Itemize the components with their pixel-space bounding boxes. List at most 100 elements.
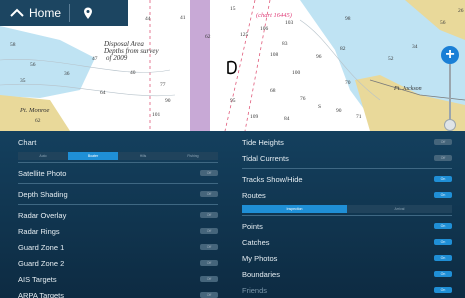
tide-heights-toggle[interactable]: Off bbox=[434, 139, 452, 145]
setting-row[interactable]: Guard Zone 2 Off bbox=[18, 255, 218, 271]
depth-sounding: 40 bbox=[130, 70, 136, 76]
route-mode-selector[interactable]: Inspection Arrival bbox=[242, 205, 452, 213]
depth-sounding: 35 bbox=[20, 78, 26, 84]
setting-toggle[interactable]: Off bbox=[200, 212, 218, 218]
depth-sounding: 77 bbox=[160, 82, 166, 88]
chart-mode-option[interactable]: Auto bbox=[18, 152, 68, 160]
map-label: (chart 16445) bbox=[256, 12, 292, 19]
depth-sounding: 56 bbox=[440, 20, 446, 26]
setting-row[interactable]: Radar Overlay Off bbox=[18, 207, 218, 223]
setting-toggle[interactable]: Off bbox=[200, 244, 218, 250]
setting-label: Boundaries bbox=[242, 269, 280, 279]
depth-sounding: 96 bbox=[316, 54, 322, 60]
setting-toggle[interactable]: On bbox=[434, 239, 452, 245]
depth-sounding: 82 bbox=[340, 46, 346, 52]
depth-sounding: 98 bbox=[345, 16, 351, 22]
depth-sounding: 36 bbox=[64, 71, 70, 77]
routes-toggle[interactable]: On bbox=[434, 192, 452, 198]
tracks-toggle[interactable]: On bbox=[434, 176, 452, 182]
setting-toggle[interactable]: Off bbox=[200, 276, 218, 282]
setting-label: Points bbox=[242, 221, 263, 231]
zoom-out-button[interactable] bbox=[444, 119, 456, 131]
chart-setting-row: Chart bbox=[18, 134, 218, 150]
routes-label: Routes bbox=[242, 190, 266, 200]
home-button[interactable]: Home bbox=[0, 0, 69, 26]
setting-row[interactable]: Depth Shading Off bbox=[18, 186, 218, 202]
map-label: of 2009 bbox=[106, 54, 128, 62]
depth-sounding: 52 bbox=[388, 56, 394, 62]
chart-mode-selector[interactable]: Auto Boater Hills Fishing bbox=[18, 152, 218, 160]
setting-row[interactable]: Satellite Photo Off bbox=[18, 165, 218, 181]
map-label: Pt. Jackson bbox=[393, 86, 422, 92]
zoom-slider-track[interactable] bbox=[449, 64, 451, 122]
waypoint-button[interactable] bbox=[70, 0, 106, 26]
setting-toggle[interactable]: Off bbox=[200, 292, 218, 298]
setting-label: ARPA Targets bbox=[18, 290, 64, 298]
tide-heights-row[interactable]: Tide Heights Off bbox=[242, 134, 452, 150]
depth-sounding: S bbox=[318, 104, 321, 110]
setting-label: Radar Rings bbox=[18, 226, 60, 236]
depth-sounding: 15 bbox=[230, 6, 236, 12]
setting-row[interactable]: Guard Zone 1 Off bbox=[18, 239, 218, 255]
setting-label: Guard Zone 1 bbox=[18, 242, 65, 252]
setting-row[interactable]: Points On bbox=[242, 218, 452, 234]
depth-sounding: 64 bbox=[100, 90, 106, 96]
setting-label: AIS Targets bbox=[18, 274, 57, 284]
separator bbox=[18, 204, 218, 205]
depth-sounding: 26 bbox=[458, 8, 464, 14]
depth-sounding: 101 bbox=[152, 112, 161, 118]
setting-row[interactable]: AIS Targets Off bbox=[18, 271, 218, 287]
setting-toggle[interactable]: Off bbox=[200, 170, 218, 176]
setting-row[interactable]: Catches On bbox=[242, 234, 452, 250]
tidal-currents-toggle[interactable]: Off bbox=[434, 155, 452, 161]
depth-sounding: 68 bbox=[270, 88, 276, 94]
setting-row[interactable]: My Photos On bbox=[242, 250, 452, 266]
chart-mode-option[interactable]: Boater bbox=[68, 152, 118, 160]
setting-label: Radar Overlay bbox=[18, 210, 67, 220]
right-settings-column: Tide Heights Off Tidal Currents Off Trac… bbox=[242, 131, 452, 298]
depth-sounding: 103 bbox=[285, 20, 294, 26]
setting-toggle[interactable]: Off bbox=[200, 228, 218, 234]
left-settings-column: Chart Auto Boater Hills Fishing Satellite P… bbox=[18, 131, 218, 298]
setting-toggle[interactable]: On bbox=[434, 287, 452, 293]
separator bbox=[18, 162, 218, 163]
home-icon bbox=[10, 8, 24, 17]
setting-row[interactable]: Friends On bbox=[242, 282, 452, 298]
depth-sounding: 100 bbox=[292, 70, 301, 76]
setting-row[interactable]: Radar Rings Off bbox=[18, 223, 218, 239]
zoom-control[interactable]: + bbox=[441, 46, 459, 131]
setting-toggle[interactable]: On bbox=[434, 223, 452, 229]
tracks-label: Tracks Show/Hide bbox=[242, 174, 303, 184]
setting-label: Friends bbox=[242, 285, 268, 295]
setting-label: Catches bbox=[242, 237, 270, 247]
tracks-row[interactable]: Tracks Show/Hide On bbox=[242, 171, 452, 187]
chart-mode-option[interactable]: Hills bbox=[118, 152, 168, 160]
chart-settings-panel: Chart Auto Boater Hills Fishing Satellite P… bbox=[0, 131, 465, 298]
route-mode-option[interactable]: Inspection bbox=[242, 205, 347, 213]
depth-sounding: 44 bbox=[145, 16, 151, 22]
separator bbox=[242, 215, 452, 216]
setting-row[interactable]: ARPA Targets Off bbox=[18, 287, 218, 298]
depth-sounding: 47 bbox=[92, 56, 98, 62]
depth-sounding: 70 bbox=[345, 80, 351, 86]
depth-sounding: 76 bbox=[300, 96, 306, 102]
zoom-in-button[interactable]: + bbox=[441, 46, 459, 64]
depth-sounding: 62 bbox=[205, 34, 211, 40]
setting-row[interactable]: Boundaries On bbox=[242, 266, 452, 282]
location-pin-icon bbox=[84, 7, 93, 19]
tidal-currents-row[interactable]: Tidal Currents Off bbox=[242, 150, 452, 166]
depth-sounding: 109 bbox=[250, 114, 259, 120]
depth-sounding: 34 bbox=[412, 44, 418, 50]
chart-mode-option[interactable]: Fishing bbox=[168, 152, 218, 160]
route-mode-option[interactable]: Arrival bbox=[347, 205, 452, 213]
setting-toggle[interactable]: On bbox=[434, 255, 452, 261]
depth-sounding: 71 bbox=[356, 114, 362, 120]
setting-toggle[interactable]: Off bbox=[200, 191, 218, 197]
depth-sounding: 95 bbox=[230, 98, 236, 104]
setting-toggle[interactable]: On bbox=[434, 271, 452, 277]
routes-row[interactable]: Routes On bbox=[242, 187, 452, 203]
chart-label: Chart bbox=[18, 137, 37, 147]
top-navigation-bar: Home bbox=[0, 0, 128, 26]
setting-toggle[interactable]: Off bbox=[200, 260, 218, 266]
depth-sounding: 58 bbox=[10, 42, 16, 48]
